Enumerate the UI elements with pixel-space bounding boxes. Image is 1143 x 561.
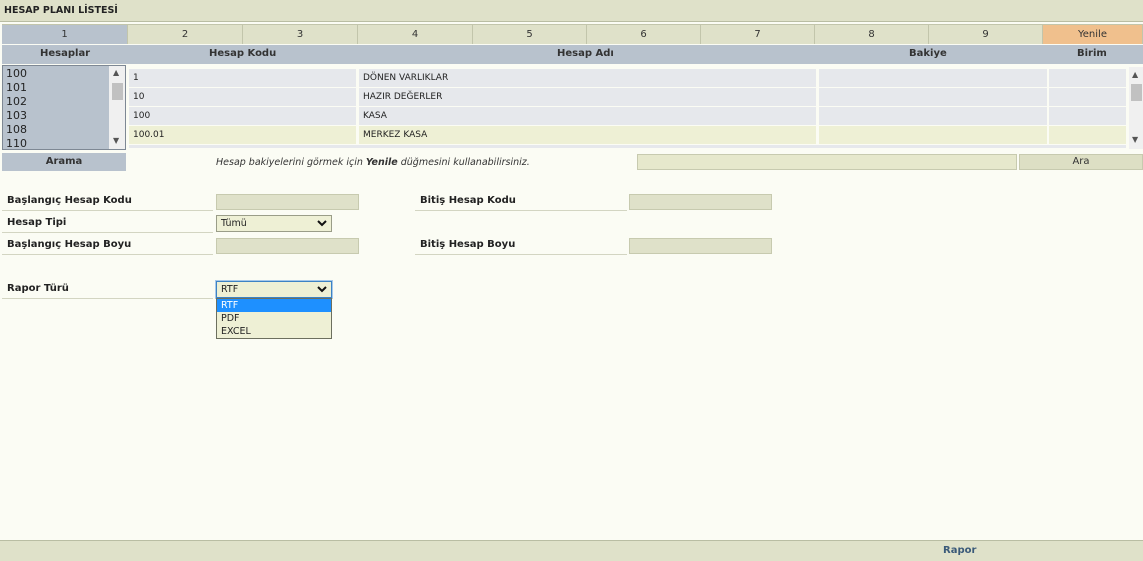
bitis-hesap-kodu-label: Bitiş Hesap Kodu — [415, 191, 627, 211]
cell-birim — [1049, 126, 1126, 144]
col-hesaplar: Hesaplar — [40, 48, 91, 59]
cell-name: DÖNEN VARLIKLAR — [359, 69, 816, 87]
bitis-hesap-boyu-label: Bitiş Hesap Boyu — [415, 235, 627, 255]
tab-7[interactable]: 7 — [701, 24, 815, 44]
cell-bakiye — [819, 88, 1047, 106]
baslangic-hesap-boyu-input[interactable] — [216, 238, 359, 254]
rapor-turu-dropdown: RTF PDF EXCEL — [216, 298, 332, 339]
account-item[interactable]: 110 — [6, 137, 27, 149]
tab-9[interactable]: 9 — [929, 24, 1043, 44]
table-row-partial — [129, 145, 1126, 148]
table-row[interactable]: 1 DÖNEN VARLIKLAR — [129, 69, 1126, 87]
col-birim: Birim — [1077, 48, 1107, 59]
cell-code: 10 — [129, 88, 356, 106]
hint-yenile: Yenile — [365, 157, 398, 168]
cell-birim — [1049, 88, 1126, 106]
account-item[interactable]: 102 — [6, 95, 27, 108]
account-item[interactable]: 100 — [6, 67, 27, 80]
page-tabs: 1 2 3 4 5 6 7 8 9 Yenile — [2, 24, 1143, 44]
cell-birim — [1049, 107, 1126, 125]
cell-code: 1 — [129, 69, 356, 87]
tab-8[interactable]: 8 — [815, 24, 929, 44]
account-listbox[interactable]: 100 101 102 103 108 110 ▲ ▼ — [2, 65, 126, 150]
cell-birim — [1049, 69, 1126, 87]
hesap-tipi-select[interactable]: Tümü — [216, 215, 332, 232]
account-item[interactable]: 108 — [6, 123, 27, 136]
bitis-hesap-kodu-input[interactable] — [629, 194, 772, 210]
scroll-down-icon[interactable]: ▼ — [1132, 135, 1138, 144]
hesap-tipi-value: Tümü — [221, 218, 247, 229]
bitis-hesap-boyu-input[interactable] — [629, 238, 772, 254]
cell-bakiye — [819, 126, 1047, 144]
option-excel[interactable]: EXCEL — [217, 325, 331, 338]
rapor-turu-value: RTF — [221, 284, 239, 295]
baslangic-hesap-kodu-label: Başlangıç Hesap Kodu — [2, 191, 213, 211]
col-hesap-adi: Hesap Adı — [557, 48, 614, 59]
cell-name: HAZIR DEĞERLER — [359, 88, 816, 106]
baslangic-hesap-boyu-label: Başlangıç Hesap Boyu — [2, 235, 213, 255]
tab-5[interactable]: 5 — [473, 24, 587, 44]
cell-name: KASA — [359, 107, 816, 125]
hint-text: düğmesini kullanabilirsiniz. — [397, 157, 530, 168]
table-row[interactable]: 100.01 MERKEZ KASA — [129, 126, 1126, 144]
option-pdf[interactable]: PDF — [217, 312, 331, 325]
table-row[interactable]: 100 KASA — [129, 107, 1126, 125]
col-bakiye: Bakiye — [909, 48, 947, 59]
cell-code: 100.01 — [129, 126, 356, 144]
grid-scrollbar[interactable]: ▲ ▼ — [1129, 67, 1143, 149]
tab-3[interactable]: 3 — [243, 24, 358, 44]
title-bar: HESAP PLANI LİSTESİ — [0, 0, 1143, 22]
option-rtf[interactable]: RTF — [217, 299, 331, 312]
arama-button[interactable]: Arama — [2, 153, 126, 171]
scroll-up-icon[interactable]: ▲ — [1132, 70, 1138, 79]
account-item[interactable]: 103 — [6, 109, 27, 122]
refresh-hint: Hesap bakiyelerini görmek için Yenile dü… — [216, 157, 530, 168]
scroll-down-icon[interactable]: ▼ — [113, 136, 119, 145]
col-hesap-kodu: Hesap Kodu — [209, 48, 277, 59]
tab-2[interactable]: 2 — [128, 24, 243, 44]
cell-code: 100 — [129, 107, 356, 125]
hint-text: Hesap bakiyelerini görmek için — [216, 157, 366, 168]
page-title: HESAP PLANI LİSTESİ — [4, 5, 118, 16]
rapor-turu-select[interactable]: RTF — [216, 281, 332, 298]
column-header: Hesaplar Hesap Kodu Hesap Adı Bakiye Bir… — [2, 45, 1143, 64]
hesap-tipi-label: Hesap Tipi — [2, 213, 213, 233]
scroll-thumb[interactable] — [112, 83, 123, 100]
rapor-turu-label: Rapor Türü — [2, 279, 213, 299]
ara-button[interactable]: Ara — [1019, 154, 1143, 170]
baslangic-hesap-kodu-input[interactable] — [216, 194, 359, 210]
scroll-up-icon[interactable]: ▲ — [113, 68, 119, 77]
account-list-scrollbar[interactable]: ▲ ▼ — [109, 66, 125, 149]
rapor-button[interactable]: Rapor — [943, 545, 976, 556]
yenile-tab[interactable]: Yenile — [1043, 24, 1143, 44]
cell-bakiye — [819, 69, 1047, 87]
account-item[interactable]: 101 — [6, 81, 27, 94]
tab-4[interactable]: 4 — [358, 24, 473, 44]
tab-1[interactable]: 1 — [2, 24, 128, 44]
tab-6[interactable]: 6 — [587, 24, 701, 44]
cell-bakiye — [819, 107, 1047, 125]
cell-name: MERKEZ KASA — [359, 126, 816, 144]
search-input[interactable] — [637, 154, 1017, 170]
chevron-down-icon — [317, 216, 327, 237]
scroll-thumb[interactable] — [1131, 84, 1142, 101]
table-row[interactable]: 10 HAZIR DEĞERLER — [129, 88, 1126, 106]
